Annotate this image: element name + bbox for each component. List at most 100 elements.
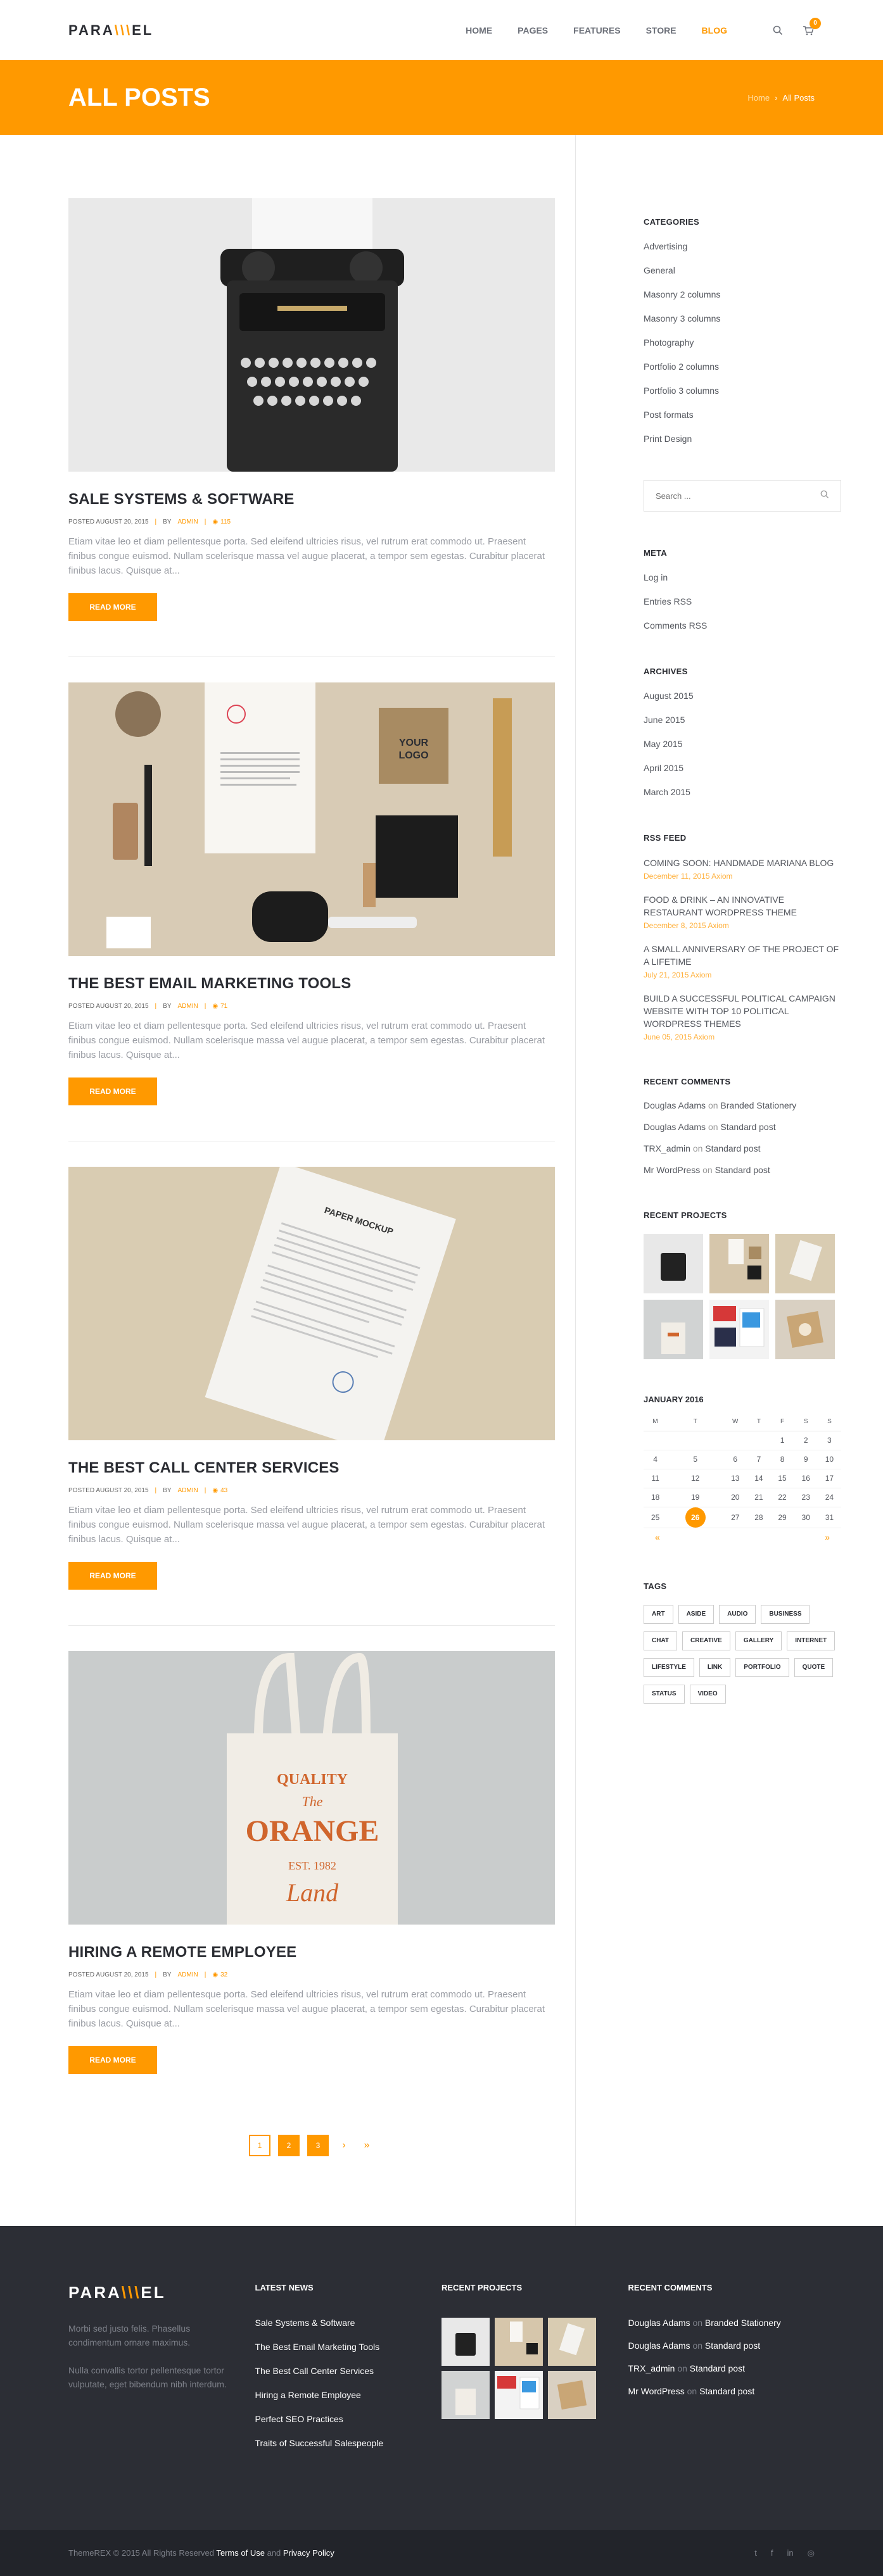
tag-link[interactable]: STATUS	[644, 1684, 685, 1704]
calendar-day[interactable]: 5	[667, 1450, 724, 1469]
post-title[interactable]: THE BEST CALL CENTER SERVICES	[68, 1459, 555, 1477]
tag-link[interactable]: ART	[644, 1604, 673, 1624]
tag-link[interactable]: LINK	[699, 1657, 731, 1677]
category-link[interactable]: Masonry 2 columns	[644, 289, 841, 300]
post-image-paper-mockup[interactable]: PAPER MOCKUP	[68, 1167, 555, 1440]
post-image-typewriter[interactable]	[68, 198, 555, 472]
category-link[interactable]: Masonry 3 columns	[644, 313, 841, 324]
category-link[interactable]: Portfolio 3 columns	[644, 385, 841, 396]
calendar-day[interactable]: 4	[644, 1450, 668, 1469]
project-thumb-paper[interactable]	[775, 1234, 835, 1293]
post-title[interactable]: SALE SYSTEMS & SOFTWARE	[68, 491, 555, 508]
category-link[interactable]: Advertising	[644, 241, 841, 252]
page-3[interactable]: 3	[307, 2135, 329, 2156]
calendar-day[interactable]: 2	[794, 1431, 818, 1450]
project-thumb-typewriter[interactable]	[644, 1234, 703, 1293]
calendar-day[interactable]: 15	[770, 1469, 794, 1488]
post-title[interactable]: HIRING A REMOTE EMPLOYEE	[68, 1944, 555, 1961]
last-page-button[interactable]: »	[359, 2135, 374, 2156]
calendar-day[interactable]: 22	[770, 1488, 794, 1507]
tag-link[interactable]: BUSINESS	[761, 1604, 810, 1624]
comment-post-link[interactable]: Branded Stationery	[720, 1100, 796, 1110]
calendar-day[interactable]: 30	[794, 1507, 818, 1528]
archive-link[interactable]: March 2015	[644, 786, 841, 798]
post-author[interactable]: ADMIN	[178, 1487, 198, 1494]
news-link[interactable]: Traits of Successful Salespeople	[255, 2438, 442, 2448]
archive-link[interactable]: August 2015	[644, 690, 841, 701]
calendar-day[interactable]: 8	[770, 1450, 794, 1469]
comment-author[interactable]: Douglas Adams	[628, 2340, 690, 2351]
rss-item-title[interactable]: FOOD & DRINK – AN INNOVATIVE RESTAURANT …	[644, 893, 841, 919]
twitter-icon[interactable]: t	[754, 2548, 757, 2558]
project-thumb-branding[interactable]	[548, 2371, 596, 2419]
tag-link[interactable]: CREATIVE	[682, 1631, 730, 1650]
calendar-day[interactable]: 25	[644, 1507, 668, 1528]
meta-link-entries-rss[interactable]: Entries RSS	[644, 596, 841, 607]
tag-link[interactable]: PORTFOLIO	[735, 1657, 789, 1677]
calendar-day[interactable]: 6	[723, 1450, 747, 1469]
nav-features[interactable]: FEATURES	[573, 25, 620, 35]
read-more-button[interactable]: READ MORE	[68, 593, 157, 621]
instagram-icon[interactable]: ◎	[808, 2548, 815, 2558]
rss-item-title[interactable]: COMING SOON: HANDMADE MARIANA BLOG	[644, 857, 841, 869]
calendar-day[interactable]: 17	[817, 1469, 841, 1488]
rss-item-title[interactable]: BUILD A SUCCESSFUL POLITICAL CAMPAIGN WE…	[644, 992, 841, 1030]
news-link[interactable]: The Best Call Center Services	[255, 2366, 442, 2376]
news-link[interactable]: Hiring a Remote Employee	[255, 2390, 442, 2400]
calendar-day[interactable]: 11	[644, 1469, 668, 1488]
tag-link[interactable]: QUOTE	[794, 1657, 834, 1677]
tag-link[interactable]: ASIDE	[678, 1604, 715, 1624]
calendar-day[interactable]: 10	[817, 1450, 841, 1469]
category-link[interactable]: Portfolio 2 columns	[644, 361, 841, 372]
next-page-button[interactable]: ›	[336, 2135, 352, 2156]
nav-blog[interactable]: BLOG	[702, 25, 727, 35]
post-image-tote-bag[interactable]: QUALITY The ORANGE EST. 1982 Land	[68, 1651, 555, 1925]
meta-link-login[interactable]: Log in	[644, 572, 841, 583]
category-link[interactable]: Photography	[644, 337, 841, 348]
tag-link[interactable]: CHAT	[644, 1631, 678, 1650]
project-thumb-stationery[interactable]	[709, 1234, 769, 1293]
news-link[interactable]: The Best Email Marketing Tools	[255, 2342, 442, 2352]
site-logo[interactable]: PARA \\\ EL	[68, 22, 153, 39]
comment-author[interactable]: TRX_admin	[628, 2363, 675, 2373]
comment-post-link[interactable]: Standard post	[705, 1143, 760, 1153]
rss-item-title[interactable]: A SMALL ANNIVERSARY OF THE PROJECT OF A …	[644, 943, 841, 968]
comment-author[interactable]: TRX_admin	[644, 1143, 690, 1153]
post-title[interactable]: THE BEST EMAIL MARKETING TOOLS	[68, 975, 555, 993]
comment-post-link[interactable]: Standard post	[690, 2363, 745, 2373]
calendar-day[interactable]: 26	[667, 1507, 724, 1528]
nav-home[interactable]: HOME	[466, 25, 492, 35]
calendar-day[interactable]: 28	[747, 1507, 771, 1528]
calendar-day[interactable]: 1	[770, 1431, 794, 1450]
nav-pages[interactable]: PAGES	[518, 25, 548, 35]
category-link[interactable]: Post formats	[644, 409, 841, 420]
calendar-next-button[interactable]: »	[825, 1532, 830, 1542]
footer-logo[interactable]: PARA\\\EL	[68, 2283, 255, 2303]
category-link[interactable]: Print Design	[644, 433, 841, 444]
comment-post-link[interactable]: Standard post	[699, 2386, 754, 2396]
calendar-day[interactable]: 16	[794, 1469, 818, 1488]
archive-link[interactable]: April 2015	[644, 762, 841, 774]
meta-link-comments-rss[interactable]: Comments RSS	[644, 620, 841, 631]
search-icon[interactable]	[772, 24, 784, 37]
project-thumb-branding[interactable]	[775, 1300, 835, 1359]
post-image-stationery[interactable]: YOUR LOGO	[68, 682, 555, 956]
project-thumb-tote[interactable]	[442, 2371, 490, 2419]
calendar-day[interactable]: 13	[723, 1469, 747, 1488]
comment-author[interactable]: Mr WordPress	[644, 1165, 700, 1175]
project-thumb-cards[interactable]	[709, 1300, 769, 1359]
calendar-day[interactable]: 20	[723, 1488, 747, 1507]
calendar-day[interactable]: 3	[817, 1431, 841, 1450]
comment-post-link[interactable]: Branded Stationery	[705, 2318, 781, 2328]
calendar-day[interactable]: 19	[667, 1488, 724, 1507]
comment-post-link[interactable]: Standard post	[705, 2340, 760, 2351]
post-author[interactable]: ADMIN	[178, 518, 198, 525]
calendar-day[interactable]: 21	[747, 1488, 771, 1507]
comment-post-link[interactable]: Standard post	[715, 1165, 770, 1175]
read-more-button[interactable]: READ MORE	[68, 1078, 157, 1105]
calendar-day[interactable]: 31	[817, 1507, 841, 1528]
linkedin-icon[interactable]: in	[787, 2548, 794, 2558]
project-thumb-stationery[interactable]	[495, 2318, 543, 2366]
facebook-icon[interactable]: f	[771, 2548, 773, 2558]
calendar-day[interactable]: 23	[794, 1488, 818, 1507]
